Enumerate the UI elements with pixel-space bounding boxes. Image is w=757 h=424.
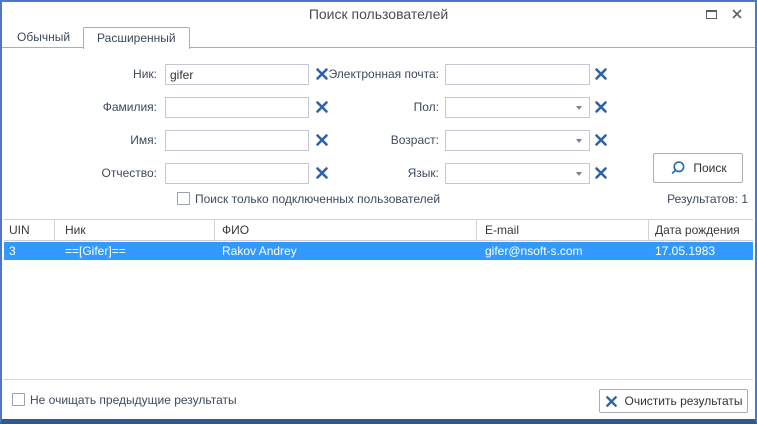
footer-separator	[4, 379, 753, 380]
clear-results-label: Очистить результаты	[624, 394, 743, 408]
tab-advanced[interactable]: Расширенный	[83, 27, 190, 49]
clear-icon	[595, 167, 607, 179]
row-cell-fio: Rakov Andrey	[222, 244, 297, 258]
results-table-header: UIN Ник ФИО E-mail Дата рождения	[4, 219, 753, 241]
language-clear-button[interactable]	[593, 165, 609, 181]
clear-results-icon	[605, 395, 617, 407]
clear-results-button[interactable]: Очистить результаты	[599, 389, 748, 413]
results-count: Результатов: 1	[667, 192, 748, 206]
maximize-icon	[705, 9, 717, 19]
search-button[interactable]: Поиск	[653, 153, 743, 183]
dropdown-arrow-icon	[576, 106, 582, 110]
age-label: Возраст:	[390, 133, 439, 147]
column-header-birthdate[interactable]: Дата рождения	[649, 220, 753, 240]
row-cell-email: gifer@nsoft-s.com	[485, 244, 583, 258]
column-header-email[interactable]: E-mail	[477, 220, 649, 240]
column-header-uin[interactable]: UIN	[4, 220, 55, 240]
gender-clear-button[interactable]	[593, 99, 609, 115]
nick-input[interactable]	[165, 64, 309, 85]
row-cell-birthdate: 17.05.1983	[655, 244, 716, 258]
dropdown-arrow-icon	[576, 172, 582, 176]
keep-results-label: Не очищать предыдущие результаты	[30, 393, 237, 407]
table-row[interactable]: 3 ==[Gifer]== Rakov Andrey gifer@nsoft-s…	[4, 242, 753, 260]
tab-bar: Обычный Расширенный	[2, 27, 755, 49]
dropdown-arrow-icon	[576, 139, 582, 143]
row-cell-nick: ==[Gifer]==	[65, 244, 126, 258]
age-clear-button[interactable]	[593, 132, 609, 148]
title-bar: Поиск пользователей	[2, 2, 755, 26]
keep-results-checkbox[interactable]	[12, 393, 25, 406]
search-button-label: Поиск	[693, 161, 727, 175]
search-users-window: Поиск пользователей Обычный Расширенный …	[0, 0, 757, 424]
clear-icon	[595, 134, 607, 146]
column-header-fio[interactable]: ФИО	[215, 220, 477, 240]
lastname-label: Фамилия:	[102, 100, 157, 114]
nick-label: Ник:	[133, 67, 157, 81]
online-only-checkbox[interactable]	[177, 192, 190, 205]
clear-icon	[595, 101, 607, 113]
firstname-label: Имя:	[130, 133, 157, 147]
email-clear-button[interactable]	[593, 66, 609, 82]
middlename-label: Отчество:	[101, 166, 158, 180]
language-label: Язык:	[407, 166, 439, 180]
search-icon	[672, 160, 685, 174]
close-icon	[732, 9, 742, 19]
age-select[interactable]	[445, 130, 590, 151]
gender-label: Пол:	[413, 100, 439, 114]
close-button[interactable]	[727, 5, 747, 23]
window-title: Поиск пользователей	[308, 6, 449, 22]
lastname-input[interactable]	[165, 97, 309, 118]
language-select[interactable]	[445, 163, 590, 184]
middlename-input[interactable]	[165, 163, 309, 184]
gender-select[interactable]	[445, 97, 590, 118]
clear-icon	[595, 68, 607, 80]
online-only-label: Поиск только подключенных пользователей	[195, 192, 441, 206]
email-input[interactable]	[445, 64, 590, 85]
email-label: Электронная почта:	[328, 67, 439, 81]
maximize-button[interactable]	[701, 5, 721, 23]
tab-normal[interactable]: Обычный	[4, 27, 83, 48]
column-header-nick[interactable]: Ник	[55, 220, 215, 240]
row-cell-uin: 3	[9, 244, 16, 258]
firstname-input[interactable]	[165, 130, 309, 151]
